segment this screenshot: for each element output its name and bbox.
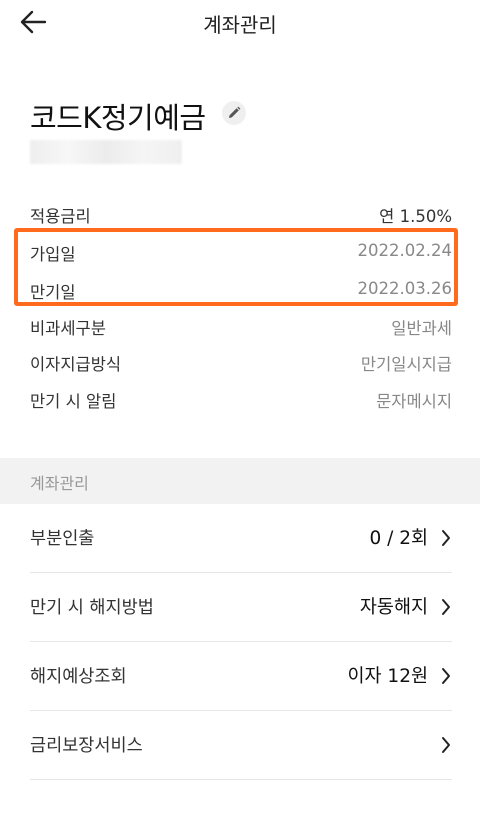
maturity-termination-value: 자동해지 [359,597,428,618]
info-row-tax: 비과세구분 일반과세 [30,315,452,345]
chevron-right-icon [442,599,450,615]
edit-pencil-icon[interactable] [222,101,246,125]
rate-guarantee-label: 금리보장서비스 [30,736,143,756]
maturity-notice-label: 만기 시 알림 [30,392,117,411]
tax-value: 일반과세 [391,319,452,338]
join-date-label: 가입일 [30,245,76,264]
maturity-notice-value: 문자메시지 [376,392,452,411]
chevron-right-icon [442,668,450,684]
termination-estimate-value: 이자 12원 [347,666,428,687]
partial-withdrawal-row[interactable]: 부분인출 0 / 2회 [30,504,452,573]
chevron-right-icon [442,530,450,546]
app-header: 계좌관리 [0,0,480,44]
info-row-maturity-date: 만기일 2022.03.26 [30,279,452,309]
info-row-maturity-notice: 만기 시 알림 문자메시지 [30,388,452,418]
info-row-interest-method: 이자지급방식 만기일시지급 [30,351,452,381]
maturity-date-value: 2022.03.26 [357,279,452,298]
rate-value: 연 1.50% [379,207,452,226]
maturity-date-label: 만기일 [30,283,76,302]
rate-label: 적용금리 [30,207,91,226]
interest-method-label: 이자지급방식 [30,355,122,374]
section-title: 계좌관리 [30,474,89,493]
interest-method-value: 만기일시지급 [360,355,452,374]
termination-estimate-label: 해지예상조회 [30,667,127,687]
section-header: 계좌관리 [0,458,480,504]
info-row-join-date: 가입일 2022.02.24 [30,241,452,271]
termination-estimate-row[interactable]: 해지예상조회 이자 12원 [30,642,452,711]
account-number-masked [30,140,182,164]
join-date-value: 2022.02.24 [357,241,452,260]
partial-withdrawal-value: 0 / 2회 [369,528,428,549]
chevron-right-icon [442,737,450,753]
maturity-termination-label: 만기 시 해지방법 [30,598,154,618]
tax-label: 비과세구분 [30,319,106,338]
product-name: 코드K정기예금 [30,101,206,135]
partial-withdrawal-label: 부분인출 [30,529,95,549]
maturity-termination-row[interactable]: 만기 시 해지방법 자동해지 [30,573,452,642]
rate-guarantee-row[interactable]: 금리보장서비스 [30,711,452,780]
page-title: 계좌관리 [203,13,277,37]
